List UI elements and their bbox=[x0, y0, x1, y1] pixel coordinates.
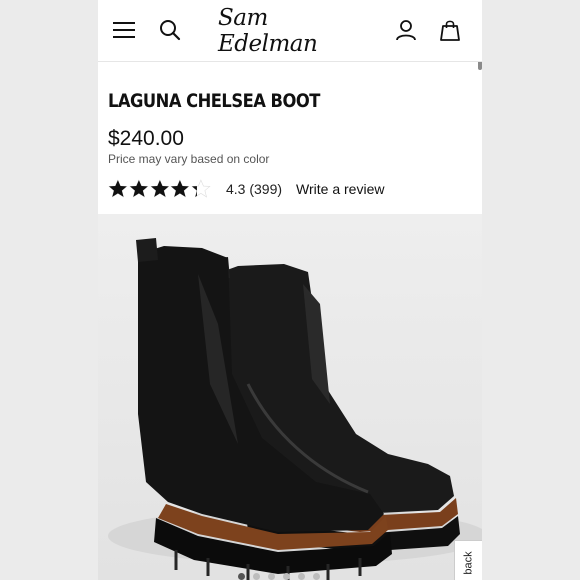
brand-logo[interactable]: Sam Edelman bbox=[218, 5, 368, 57]
shopping-bag-icon bbox=[440, 20, 460, 41]
brand-logo-text: Sam Edelman bbox=[218, 5, 318, 57]
carousel-dot[interactable] bbox=[283, 573, 290, 580]
user-icon bbox=[396, 20, 416, 41]
carousel-dot[interactable] bbox=[253, 573, 260, 580]
carousel-dot[interactable] bbox=[313, 573, 320, 580]
product-image[interactable] bbox=[98, 214, 482, 580]
carousel-dot[interactable] bbox=[298, 573, 305, 580]
boots-image bbox=[108, 238, 482, 580]
search-button[interactable] bbox=[156, 16, 184, 44]
star-icon bbox=[170, 179, 190, 198]
star-icon bbox=[108, 179, 128, 198]
product-title: LAGUNA CHELSEA BOOT bbox=[108, 90, 320, 112]
star-icon bbox=[191, 179, 211, 198]
star-rating[interactable] bbox=[108, 179, 212, 199]
feedback-label: back bbox=[462, 551, 475, 575]
carousel-dot[interactable] bbox=[238, 573, 245, 580]
photo-frame-right bbox=[482, 0, 580, 580]
price-note: Price may vary based on color bbox=[108, 152, 270, 166]
photo-frame-left bbox=[0, 0, 98, 580]
hamburger-menu-icon bbox=[113, 22, 135, 38]
product-price: $240.00 bbox=[108, 127, 184, 150]
site-header: Sam Edelman bbox=[98, 0, 482, 62]
search-icon bbox=[160, 20, 181, 41]
carousel-dot[interactable] bbox=[268, 573, 275, 580]
bag-button[interactable] bbox=[436, 16, 464, 44]
feedback-tab[interactable]: back bbox=[454, 540, 482, 580]
star-icon bbox=[149, 179, 170, 198]
mobile-screen: Sam Edelman LAGUNA CHELSEA BOOT $240.00 … bbox=[98, 0, 482, 580]
rating-row: 4.3 (399) Write a review bbox=[108, 177, 384, 201]
menu-button[interactable] bbox=[110, 16, 138, 44]
star-icon bbox=[129, 179, 149, 198]
account-button[interactable] bbox=[392, 16, 420, 44]
rating-summary[interactable]: 4.3 (399) bbox=[226, 181, 282, 197]
carousel-dots bbox=[238, 573, 320, 580]
write-review-link[interactable]: Write a review bbox=[296, 181, 384, 197]
